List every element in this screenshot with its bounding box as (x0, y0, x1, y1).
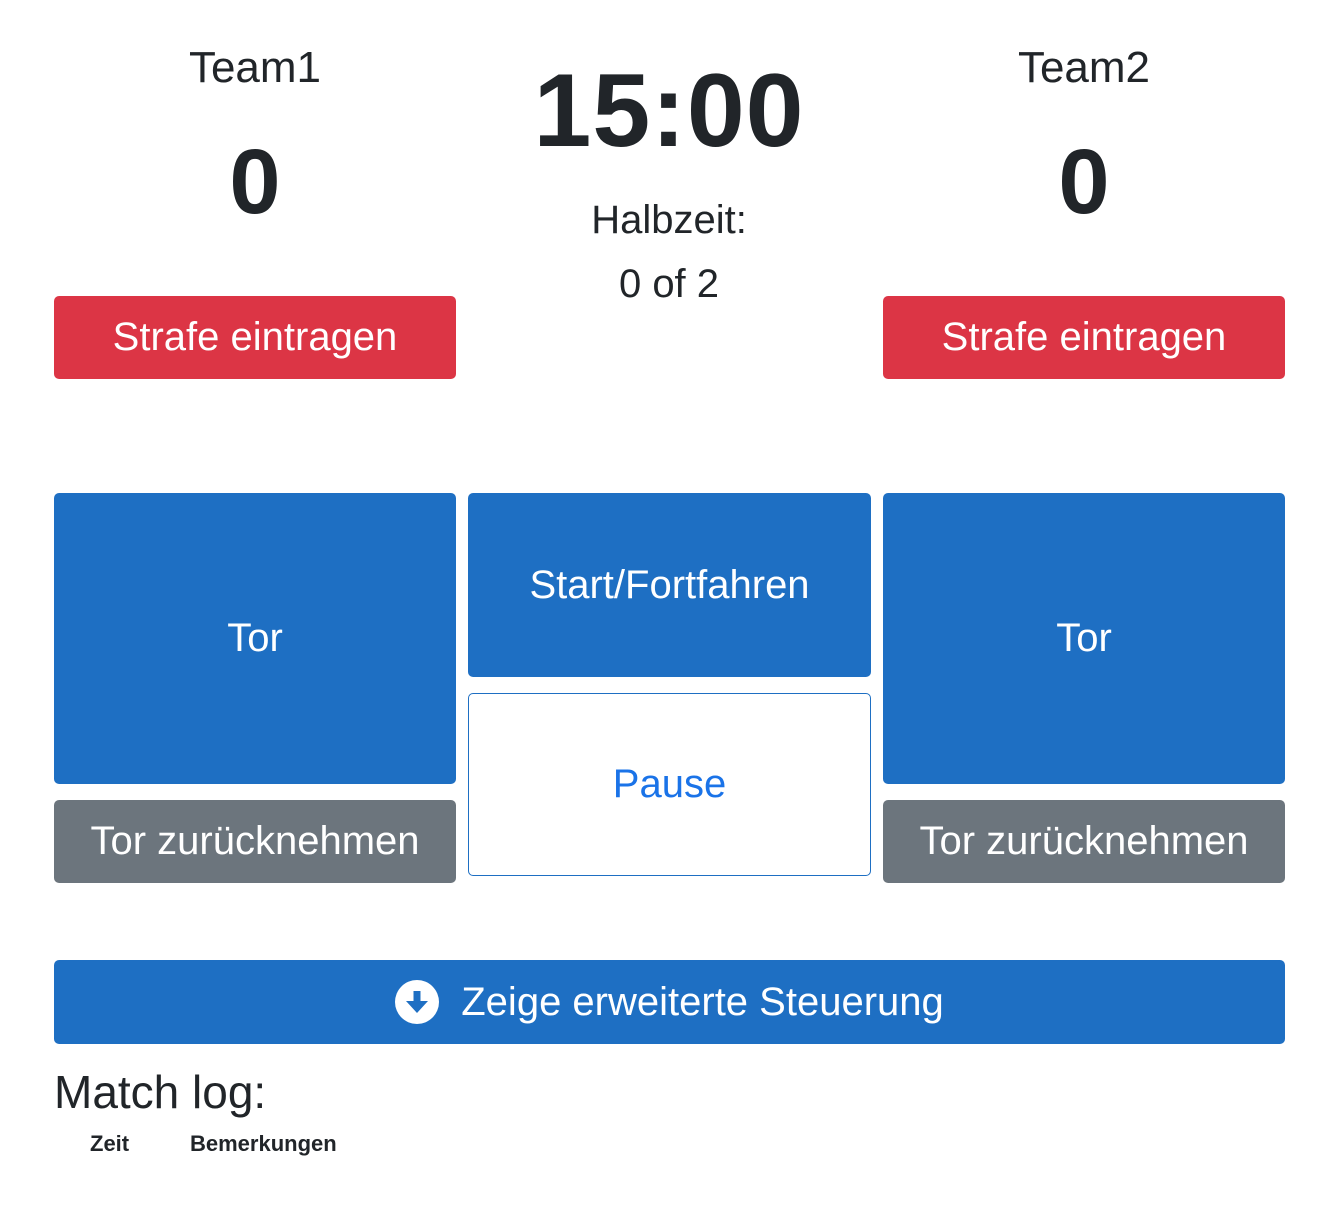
team1-score: 0 (229, 131, 281, 233)
match-timer: 15:00 (533, 53, 805, 169)
pause-button[interactable]: Pause (468, 693, 871, 876)
team2-goal-button[interactable]: Tor (883, 493, 1285, 784)
half-label: Halbzeit: (591, 198, 747, 242)
start-continue-button[interactable]: Start/Fortfahren (468, 493, 871, 677)
show-advanced-controls-label: Zeige erweiterte Steuerung (461, 979, 944, 1024)
match-log-column-remarks: Bemerkungen (190, 1131, 337, 1156)
team1-undo-goal-button[interactable]: Tor zurücknehmen (54, 800, 456, 883)
team1-penalty-button[interactable]: Strafe eintragen (54, 296, 456, 379)
half-value: 0 of 2 (618, 262, 720, 306)
team2-undo-goal-button[interactable]: Tor zurücknehmen (883, 800, 1285, 883)
team2-penalty-button[interactable]: Strafe eintragen (883, 296, 1285, 379)
arrow-down-circle-icon (395, 980, 440, 1024)
team2-name: Team2 (1017, 43, 1151, 92)
team2-score: 0 (1058, 131, 1110, 233)
match-log-column-time: Zeit (90, 1131, 130, 1156)
team1-name: Team1 (188, 43, 322, 92)
match-log-title: Match log: (54, 1066, 267, 1118)
show-advanced-controls-button[interactable]: Zeige erweiterte Steuerung (54, 960, 1285, 1044)
team1-goal-button[interactable]: Tor (54, 493, 456, 784)
